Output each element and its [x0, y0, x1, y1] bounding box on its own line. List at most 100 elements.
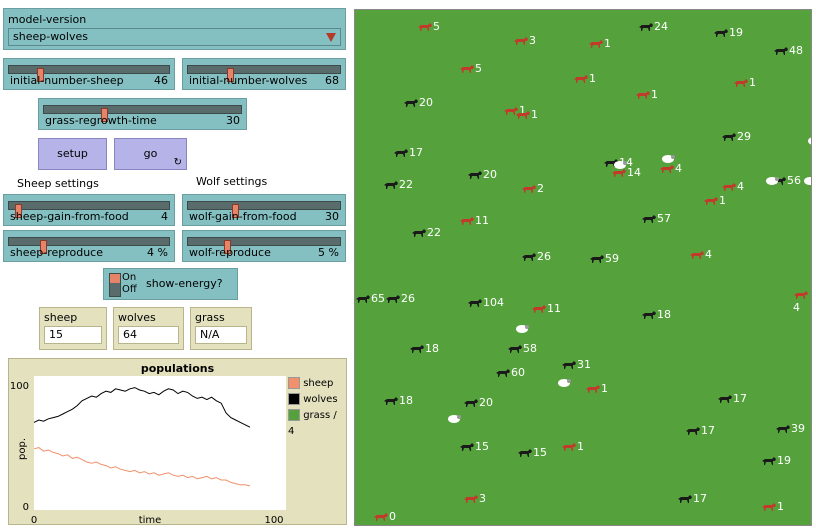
sheep-gain-from-food-slider[interactable]: sheep-gain-from-food 4	[3, 194, 175, 226]
wolf-icon	[412, 229, 426, 237]
slider-name: sheep-reproduce	[10, 246, 104, 259]
wolf-agent: 39	[775, 422, 805, 435]
agent-energy-label: 4	[737, 180, 744, 193]
wolf-agent: 17	[393, 146, 423, 159]
model-version-chooser[interactable]: model-version sheep-wolves	[3, 8, 346, 50]
slider-track[interactable]	[187, 65, 341, 82]
red-wolf-agent: 0	[373, 510, 396, 523]
slider-value: 46	[154, 74, 168, 87]
go-button[interactable]: go ↻	[114, 138, 187, 170]
wolf-icon	[460, 65, 474, 73]
red-wolf-agent: 5	[417, 20, 440, 33]
plot-legend: sheep wolves grass / 4	[288, 376, 346, 440]
sheep-icon	[614, 161, 627, 169]
agent-energy-label: 4	[705, 248, 712, 261]
agent-energy-label: 1	[604, 37, 611, 50]
wolf-agent: 24	[638, 20, 668, 33]
wolf-gain-from-food-slider[interactable]: wolf-gain-from-food 30	[182, 194, 346, 226]
slider-track[interactable]	[8, 237, 170, 254]
agent-energy-label: 18	[399, 394, 413, 407]
switch-track[interactable]	[109, 273, 121, 297]
wolf-agent: 22	[411, 226, 441, 239]
setup-button[interactable]: setup	[38, 138, 107, 170]
x-axis-label: time	[139, 515, 162, 526]
wolf-icon	[722, 183, 736, 191]
monitor-value: N/A	[195, 326, 247, 344]
slider-track[interactable]	[43, 105, 242, 122]
wolf-icon	[384, 397, 398, 405]
wolf-agent: 17	[717, 392, 747, 405]
initial-number-wolves-slider[interactable]: initial-number-wolves 68	[182, 58, 346, 90]
wolf-agent: 57	[641, 212, 671, 225]
dropdown-arrow-icon[interactable]	[326, 33, 336, 42]
wolf-icon	[639, 23, 653, 31]
agent-energy-label: 1	[577, 440, 584, 453]
wolf-icon	[686, 427, 700, 435]
wolf-icon	[586, 385, 600, 393]
sheep-icon	[808, 137, 811, 145]
wolf-agent: 58	[507, 342, 537, 355]
wolf-agent: 18	[641, 308, 671, 321]
wolf-agent: 20	[463, 396, 493, 409]
sheep-monitor: sheep 15	[39, 307, 107, 350]
wolf-icon	[522, 253, 536, 261]
agent-energy-label: 17	[693, 492, 707, 505]
wolf-icon	[522, 185, 536, 193]
agent-energy-label: 20	[479, 396, 493, 409]
red-wolf-agent: 1	[573, 72, 596, 85]
model-version-select[interactable]: sheep-wolves	[8, 28, 341, 46]
agent-energy-label: 1	[719, 194, 726, 207]
agent-energy-label: 18	[657, 308, 671, 321]
grass-regrowth-time-slider[interactable]: grass-regrowth-time 30	[38, 98, 247, 130]
wolf-icon	[774, 47, 788, 55]
agent-energy-label: 15	[533, 446, 547, 459]
wolf-icon	[660, 165, 674, 173]
wolf-icon	[468, 299, 482, 307]
wolf-agent: 60	[495, 366, 525, 379]
agent-energy-label: 31	[577, 358, 591, 371]
populations-plot: populations 100 0 0 100 time pop. sheep …	[8, 358, 347, 526]
agent-energy-label: 15	[475, 440, 489, 453]
sheep-reproduce-slider[interactable]: sheep-reproduce 4 %	[3, 230, 175, 262]
wolf-icon	[589, 40, 603, 48]
wolf-agent: 17	[685, 424, 715, 437]
agent-energy-label: 22	[427, 226, 441, 239]
slider-track[interactable]	[8, 65, 170, 82]
wolf-icon	[776, 425, 790, 433]
slider-track[interactable]	[187, 201, 341, 218]
legend-label: wolves	[303, 394, 338, 405]
initial-number-sheep-slider[interactable]: initial-number-sheep 46	[3, 58, 175, 90]
agent-energy-label: 4	[675, 162, 682, 175]
agent-energy-label: 5	[433, 20, 440, 33]
slider-track[interactable]	[8, 201, 170, 218]
legend-item-sheep: sheep	[288, 376, 346, 392]
wolf-icon	[562, 361, 576, 369]
wolf-icon	[762, 457, 776, 465]
world-view[interactable]: 5312419485111201129171414456222021411572…	[354, 9, 812, 526]
sheep-icon	[662, 155, 675, 163]
agent-energy-label: 17	[409, 146, 423, 159]
y-axis-label: pop.	[17, 438, 28, 460]
wolf-reproduce-slider[interactable]: wolf-reproduce 5 %	[182, 230, 346, 262]
switch-knob[interactable]	[110, 274, 120, 283]
wolf-agent: 18	[383, 394, 413, 407]
agent-energy-label: 1	[589, 72, 596, 85]
wolf-agent: 26	[385, 292, 415, 305]
wolf-icon	[394, 149, 408, 157]
wolf-icon	[722, 133, 736, 141]
show-energy-switch[interactable]: On Off show-energy?	[103, 268, 238, 300]
slider-track[interactable]	[187, 237, 341, 254]
agent-energy-label: 14	[627, 166, 641, 179]
wolf-icon	[734, 79, 748, 87]
x-tick-right: 100	[264, 515, 283, 526]
agent-energy-label: 59	[605, 252, 619, 265]
wolf-agent: 20	[403, 96, 433, 109]
wolf-icon	[384, 181, 398, 189]
monitor-value: 15	[44, 326, 102, 344]
agent-energy-label: 1	[749, 76, 756, 89]
wolf-agent: 26	[521, 250, 551, 263]
wolf-icon	[460, 217, 474, 225]
wolf-icon	[404, 99, 418, 107]
agent-energy-label: 39	[791, 422, 805, 435]
slider-name: initial-number-wolves	[189, 74, 308, 87]
